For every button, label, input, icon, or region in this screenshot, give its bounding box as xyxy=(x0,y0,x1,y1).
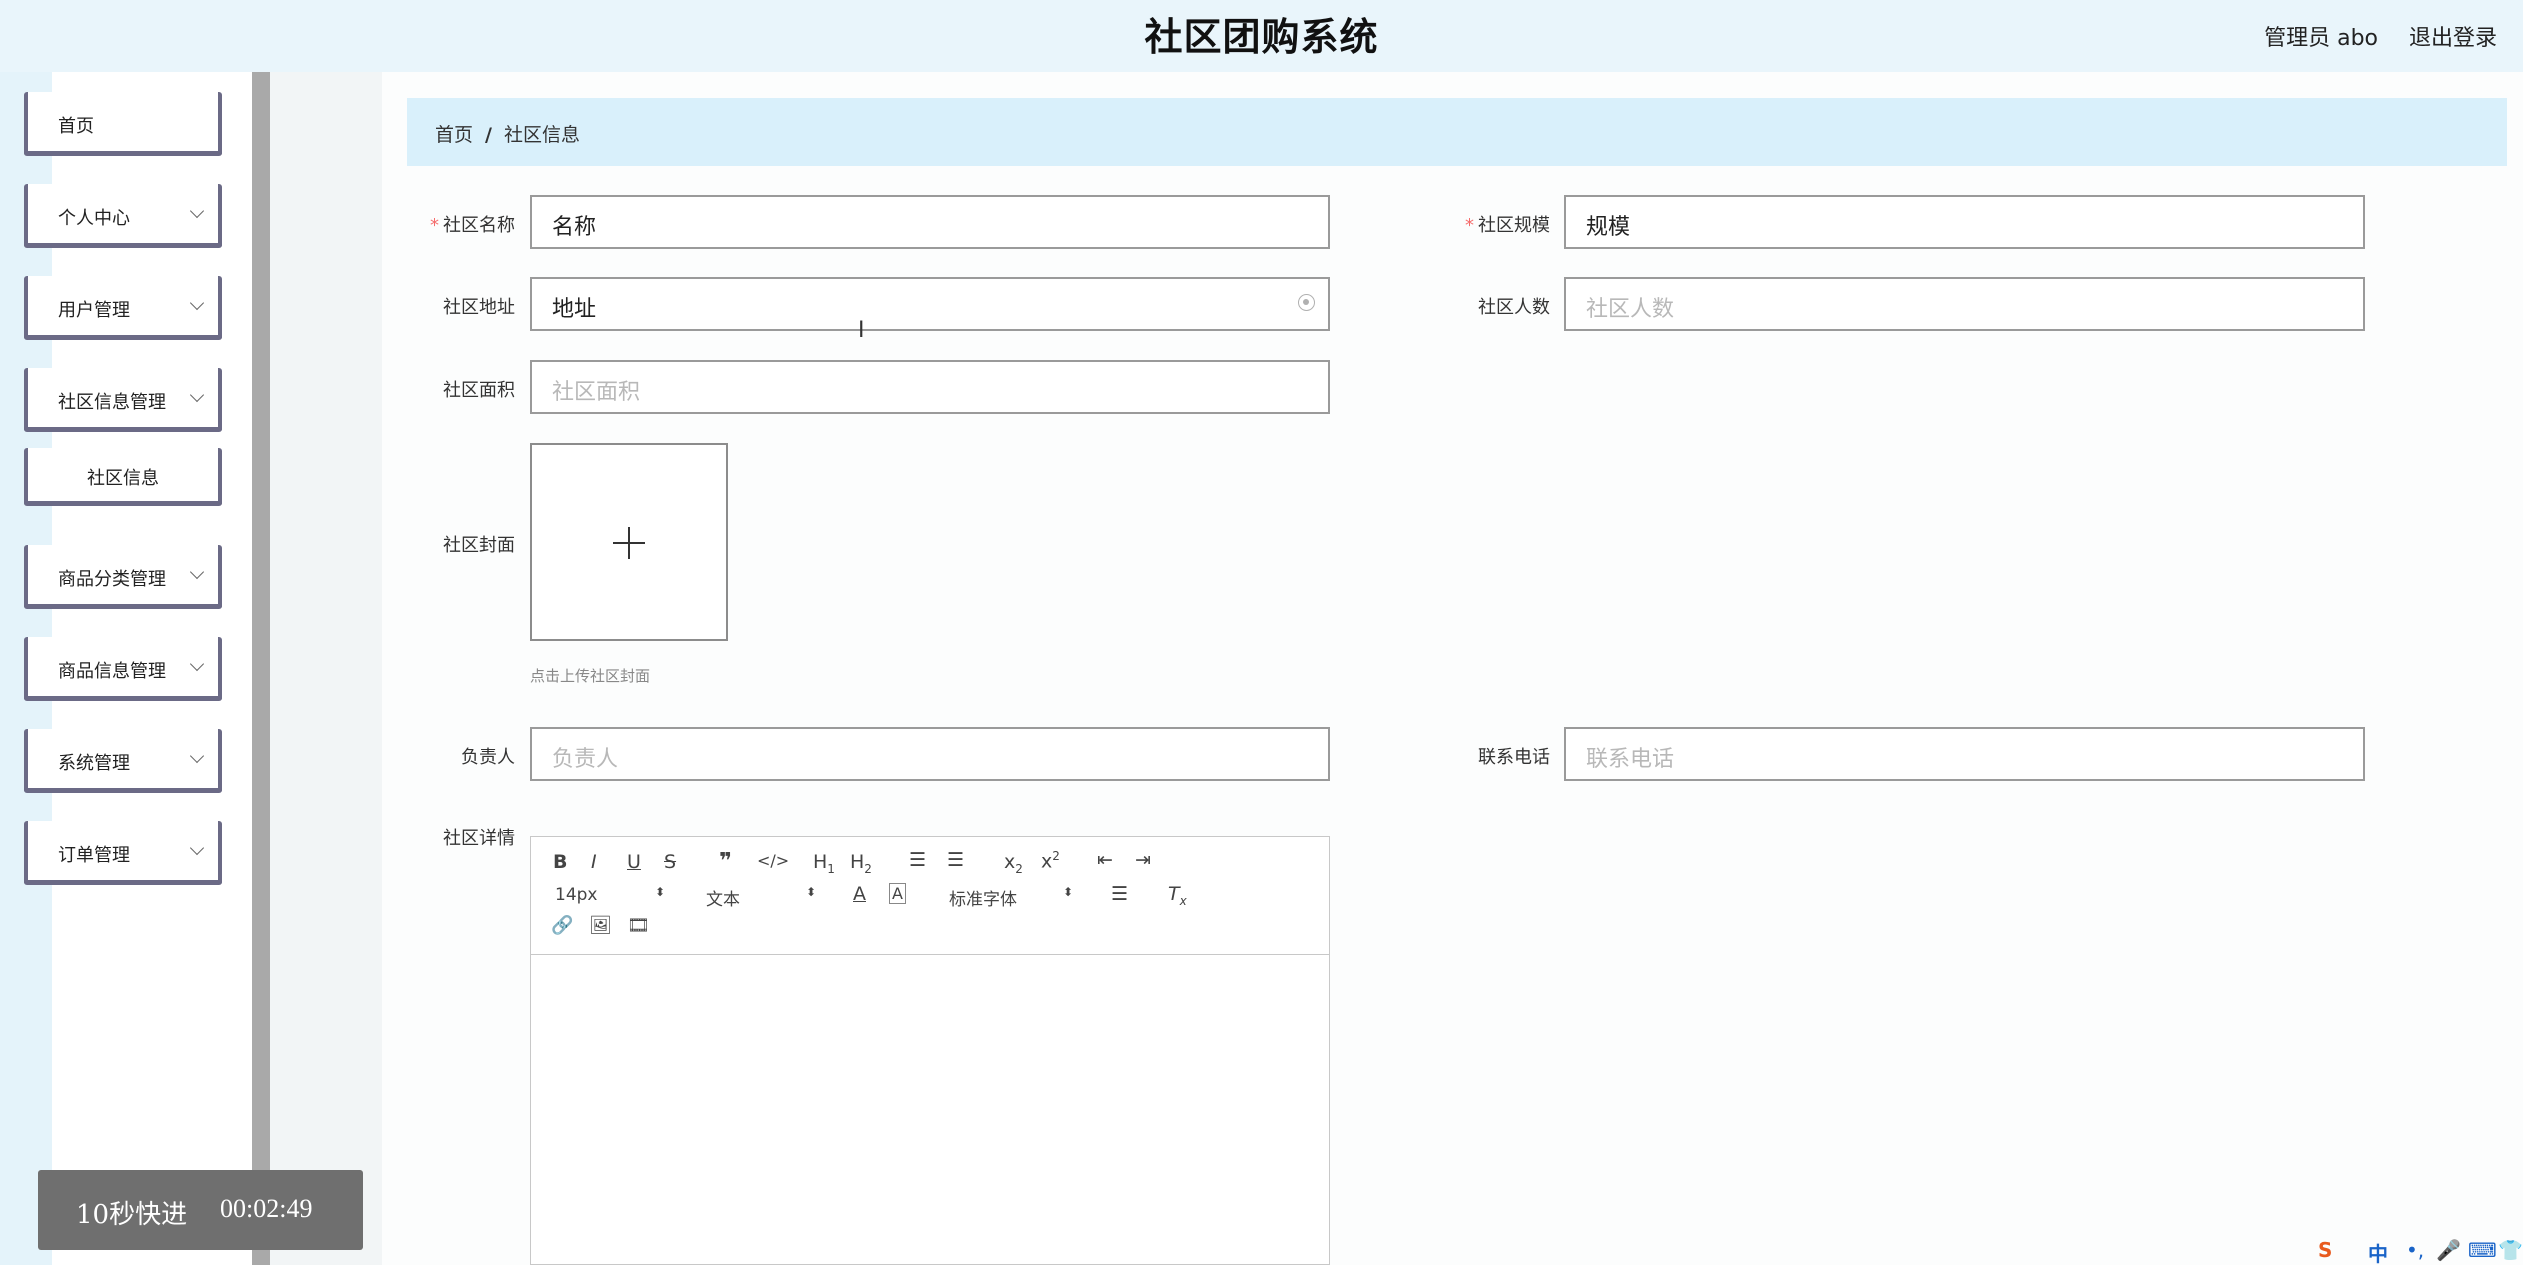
required-mark: * xyxy=(1465,215,1474,236)
skin-icon[interactable]: 👕 xyxy=(2498,1238,2523,1262)
video-overlay: 10秒快进 00:02:49 xyxy=(38,1170,363,1250)
breadcrumb-current: 社区信息 xyxy=(503,124,580,146)
ime-logo-icon: S xyxy=(2318,1238,2333,1262)
sidebar-item-label: 系统管理 xyxy=(58,753,130,774)
ordered-list-icon[interactable]: ☰ xyxy=(909,849,926,871)
rich-text-editor[interactable]: B I U S ❞ </> H1 H2 ☰ ☰ x2 x2 ⇤ ⇥ 14px ⬍ … xyxy=(530,836,1330,1265)
sidebar-item-label: 商品分类管理 xyxy=(58,569,166,590)
ime-toolbar[interactable]: S 中 •, 🎤 ⌨ 👕 xyxy=(2318,1236,2523,1265)
sidebar-item-label: 个人中心 xyxy=(58,208,130,229)
text-color-icon[interactable]: A xyxy=(853,883,866,905)
cover-hint: 点击上传社区封面 xyxy=(530,667,651,685)
chevron-down-icon xyxy=(189,564,205,580)
logout-link[interactable]: 退出登录 xyxy=(2409,20,2497,52)
bullet-list-icon[interactable]: ☰ xyxy=(947,849,964,871)
sidebar-item-label: 商品信息管理 xyxy=(58,661,166,682)
sidebar-gap xyxy=(270,72,382,1265)
font-family-select[interactable]: 标准字体 ⬍ xyxy=(949,885,1073,910)
address-input[interactable]: 地址 xyxy=(530,277,1330,331)
clear-format-icon[interactable]: Tx xyxy=(1168,883,1187,908)
manager-input[interactable]: 负责人 xyxy=(530,727,1330,781)
background-color-icon[interactable]: A xyxy=(889,883,906,904)
chevron-down-icon xyxy=(189,295,205,311)
heading-2-icon[interactable]: H2 xyxy=(850,851,872,876)
punctuation-icon[interactable]: •, xyxy=(2406,1238,2424,1262)
sidebar-item-label: 社区信息管理 xyxy=(58,392,166,413)
sidebar-item-label: 首页 xyxy=(58,116,94,137)
population-label: 社区人数 xyxy=(1478,297,1550,318)
select-arrow-icon: ⬍ xyxy=(805,885,816,899)
chevron-down-icon xyxy=(189,656,205,672)
sidebar-item-home[interactable]: 首页 xyxy=(24,92,222,156)
superscript-icon[interactable]: x2 xyxy=(1041,849,1060,872)
sidebar-item-category-mgmt[interactable]: 商品分类管理 xyxy=(24,545,222,609)
strikethrough-icon[interactable]: S xyxy=(664,851,676,873)
bold-icon[interactable]: B xyxy=(553,851,567,873)
header-select[interactable]: 文本 ⬍ xyxy=(706,885,816,910)
address-label: 社区地址 xyxy=(443,297,515,318)
align-icon[interactable]: ☰ xyxy=(1111,883,1128,905)
underline-icon[interactable]: U xyxy=(627,851,641,873)
area-input[interactable]: 社区面积 xyxy=(530,360,1330,414)
subscript-icon[interactable]: x2 xyxy=(1004,851,1023,876)
chevron-down-icon xyxy=(189,387,205,403)
sidebar-item-users[interactable]: 用户管理 xyxy=(24,276,222,340)
sidebar-item-product-mgmt[interactable]: 商品信息管理 xyxy=(24,637,222,701)
keyboard-icon[interactable]: ⌨ xyxy=(2468,1238,2497,1262)
detail-label: 社区详情 xyxy=(443,828,515,849)
name-label: * 社区名称 xyxy=(430,215,515,236)
ime-language[interactable]: 中 xyxy=(2368,1238,2388,1265)
image-icon[interactable]: 🖼 xyxy=(589,915,612,936)
sidebar-item-orders[interactable]: 订单管理 xyxy=(24,821,222,885)
chevron-down-icon xyxy=(189,203,205,219)
italic-icon[interactable]: I xyxy=(591,851,597,873)
population-input[interactable]: 社区人数 xyxy=(1564,277,2365,331)
editor-toolbar: B I U S ❞ </> H1 H2 ☰ ☰ x2 x2 ⇤ ⇥ 14px ⬍ … xyxy=(531,837,1329,955)
scale-input[interactable]: 规模 xyxy=(1564,195,2365,249)
area-label: 社区面积 xyxy=(443,380,515,401)
name-input[interactable]: 名称 xyxy=(530,195,1330,249)
sidebar-subitem-community-info[interactable]: 社区信息 xyxy=(24,448,222,506)
cover-label: 社区封面 xyxy=(443,535,515,556)
microphone-icon[interactable]: 🎤 xyxy=(2436,1238,2461,1262)
clear-icon[interactable] xyxy=(1298,294,1315,311)
select-arrow-icon: ⬍ xyxy=(1062,885,1073,899)
sidebar-item-label: 订单管理 xyxy=(58,845,130,866)
link-icon[interactable]: 🔗 xyxy=(551,915,573,936)
sidebar-item-profile[interactable]: 个人中心 xyxy=(24,184,222,248)
playback-time: 00:02:49 xyxy=(220,1194,313,1223)
chevron-down-icon xyxy=(189,840,205,856)
app-title: 社区团购系统 xyxy=(1144,15,1379,59)
user-info: 管理员 abo xyxy=(2264,26,2378,51)
breadcrumb-separator: / xyxy=(485,124,492,146)
sidebar-item-label: 用户管理 xyxy=(58,300,130,321)
sidebar-item-system-mgmt[interactable]: 系统管理 xyxy=(24,729,222,793)
code-block-icon[interactable]: </> xyxy=(757,851,789,870)
heading-1-icon[interactable]: H1 xyxy=(813,851,835,876)
video-icon[interactable]: 🎞 xyxy=(627,915,650,936)
sidebar-scrollbar[interactable] xyxy=(252,72,270,1265)
required-mark: * xyxy=(430,215,439,236)
breadcrumb: 首页 / 社区信息 xyxy=(407,98,2507,166)
font-size-select[interactable]: 14px ⬍ xyxy=(555,885,665,905)
text-cursor-icon: I xyxy=(858,318,865,343)
manager-label: 负责人 xyxy=(461,747,515,768)
sidebar-item-community-mgmt[interactable]: 社区信息管理 xyxy=(24,368,222,432)
phone-input[interactable]: 联系电话 xyxy=(1564,727,2365,781)
scale-label: * 社区规模 xyxy=(1465,215,1550,236)
indent-icon[interactable]: ⇥ xyxy=(1135,849,1151,871)
breadcrumb-home[interactable]: 首页 xyxy=(435,124,473,146)
blockquote-icon[interactable]: ❞ xyxy=(719,849,732,874)
cover-upload[interactable] xyxy=(530,443,728,641)
phone-label: 联系电话 xyxy=(1478,747,1550,768)
fast-forward-button[interactable]: 10秒快进 xyxy=(76,1194,187,1231)
chevron-down-icon xyxy=(189,748,205,764)
outdent-icon[interactable]: ⇤ xyxy=(1097,849,1113,871)
select-arrow-icon: ⬍ xyxy=(654,885,665,899)
